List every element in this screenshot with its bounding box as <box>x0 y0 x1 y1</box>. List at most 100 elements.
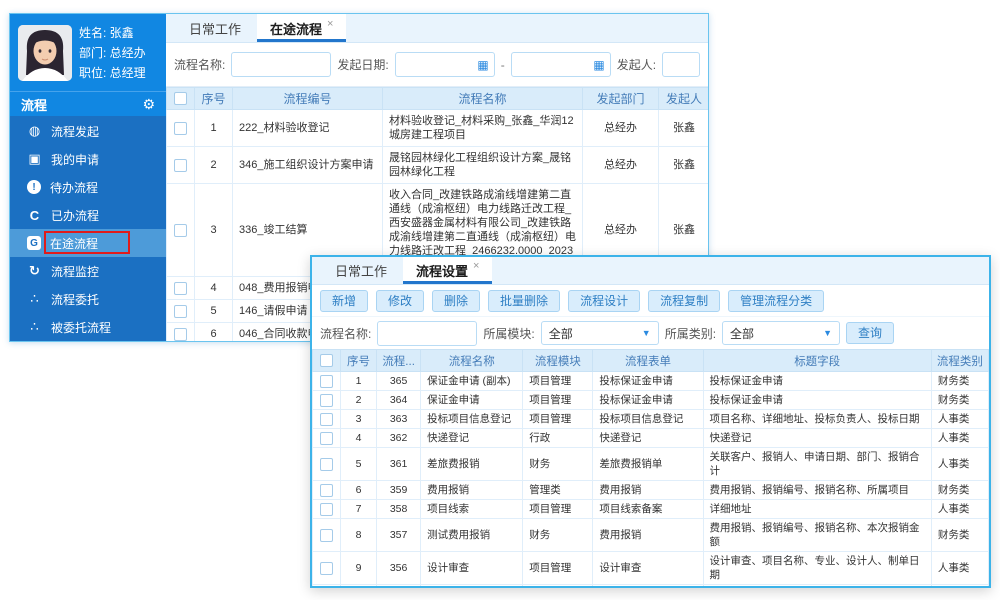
title-fields-cell: 费用报销、报销编号、报销名称、本次报销金额 <box>703 519 931 552</box>
sidebar-item-process-monitor[interactable]: ↻流程监控 <box>10 257 166 285</box>
table-row[interactable]: 10355设计进度汇报项目管理设计进度汇报设计进度汇报、所属项目、任务名称、任务… <box>313 585 989 587</box>
sidebar-item-label: 流程发起 <box>51 123 99 140</box>
batch-delete-button[interactable]: 批量删除 <box>488 290 560 312</box>
process-name-cell: 材料验收登记_材料采购_张鑫_华润12城房建工程项目 <box>383 110 583 147</box>
sidebar-item-my-applications[interactable]: ▣我的申请 <box>10 145 166 173</box>
table-row[interactable]: 1365保证金申请 (副本)项目管理投标保证金申请投标保证金申请财务类 <box>313 372 989 391</box>
window2-toolbar: 新增修改删除批量删除流程设计流程复制管理流程分类 <box>312 285 989 317</box>
table-row[interactable]: 6359费用报销管理类费用报销费用报销、报销编号、报销名称、所属项目财务类 <box>313 481 989 500</box>
select-all-checkbox[interactable] <box>320 354 333 367</box>
sidebar-item-in-transit-processes[interactable]: G在途流程 <box>10 229 166 257</box>
row-checkbox[interactable] <box>320 503 333 516</box>
tab-in-transit-processes[interactable]: 在途流程 × <box>257 14 346 42</box>
process-name-cell: 测试费用报销 <box>421 519 523 552</box>
initiator-cell: 张鑫 <box>659 147 709 184</box>
calendar-icon[interactable]: ▦ <box>593 59 604 71</box>
close-icon[interactable]: × <box>327 18 333 30</box>
process-category-cell: 财务类 <box>931 519 988 552</box>
row-checkbox[interactable] <box>320 529 333 542</box>
tab-process-settings[interactable]: 流程设置 × <box>403 257 492 284</box>
row-checkbox-cell <box>313 448 341 481</box>
index-cell: 9 <box>341 552 377 585</box>
index-cell: 5 <box>341 448 377 481</box>
gear-icon[interactable]: ⚙ <box>142 96 155 113</box>
table-row[interactable]: 1222_材料验收登记材料验收登记_材料采购_张鑫_华润12城房建工程项目总经办… <box>167 110 709 147</box>
sidebar-item-process-initiate[interactable]: ◍流程发起 <box>10 117 166 145</box>
process-name-input[interactable] <box>377 321 477 346</box>
column-header: 流程表单 <box>593 350 703 372</box>
row-checkbox[interactable] <box>174 282 187 295</box>
user-photo <box>18 25 72 81</box>
table-row[interactable]: 4362快递登记行政快递登记快递登记人事类 <box>313 429 989 448</box>
table-row[interactable]: 3363投标项目信息登记项目管理投标项目信息登记项目名称、详细地址、投标负责人、… <box>313 410 989 429</box>
initiator-input[interactable] <box>662 52 700 77</box>
process-name-cell: 项目线索 <box>421 500 523 519</box>
table-header-row: 序号流程...流程名称流程模块流程表单标题字段流程类别 <box>313 350 989 372</box>
process-design-button[interactable]: 流程设计 <box>568 290 640 312</box>
table-row[interactable]: 8357测试费用报销财务费用报销费用报销、报销编号、报销名称、本次报销金额财务类 <box>313 519 989 552</box>
table-row[interactable]: 5361差旅费报销财务差旅费报销单关联客户、报销人、申请日期、部门、报销合计人事… <box>313 448 989 481</box>
row-checkbox[interactable] <box>320 375 333 388</box>
row-checkbox[interactable] <box>174 224 187 237</box>
sidebar-item-label: 已办流程 <box>51 207 99 224</box>
sidebar-item-delegated-processes[interactable]: ∴被委托流程 <box>10 313 166 341</box>
process-id-cell: 362 <box>377 429 421 448</box>
edit-button[interactable]: 修改 <box>376 290 424 312</box>
row-checkbox[interactable] <box>174 328 187 341</box>
process-id-cell: 361 <box>377 448 421 481</box>
manage-process-category-button[interactable]: 管理流程分类 <box>728 290 824 312</box>
sidebar-item-done-processes[interactable]: C已办流程 <box>10 201 166 229</box>
sidebar-section-title: 流程 <box>21 95 47 114</box>
process-category-cell: 财务类 <box>931 481 988 500</box>
row-checkbox[interactable] <box>320 394 333 407</box>
category-select[interactable]: 全部 ▼ <box>722 321 840 345</box>
query-button[interactable]: 查询 <box>846 322 894 344</box>
header-checkbox-cell <box>167 88 195 110</box>
row-checkbox[interactable] <box>320 484 333 497</box>
table-row[interactable]: 9356设计审查项目管理设计审查设计审查、项目名称、专业、设计人、制单日期人事类 <box>313 552 989 585</box>
process-module-cell: 项目管理 <box>523 552 593 585</box>
row-checkbox-cell <box>313 410 341 429</box>
table-row[interactable]: 7358项目线索项目管理项目线索备案详细地址人事类 <box>313 500 989 519</box>
index-cell: 1 <box>341 372 377 391</box>
module-select[interactable]: 全部 ▼ <box>541 321 659 345</box>
index-cell: 7 <box>341 500 377 519</box>
row-checkbox[interactable] <box>320 458 333 471</box>
delete-button[interactable]: 删除 <box>432 290 480 312</box>
process-name-label: 流程名称: <box>320 325 371 342</box>
close-icon[interactable]: × <box>473 260 479 272</box>
calendar-icon[interactable]: ▦ <box>477 59 488 71</box>
row-checkbox[interactable] <box>320 413 333 426</box>
title-fields-cell: 投标保证金申请 <box>703 372 931 391</box>
process-id-cell: 358 <box>377 500 421 519</box>
process-form-cell: 快递登记 <box>593 429 703 448</box>
row-checkbox[interactable] <box>320 562 333 575</box>
table-row[interactable]: 2346_施工组织设计方案申请晟铭园林绿化工程组织设计方案_晟铭园林绿化工程总经… <box>167 147 709 184</box>
start-date-to-input[interactable]: ▦ <box>511 52 611 77</box>
start-date-from-input[interactable]: ▦ <box>395 52 495 77</box>
tab-daily-work[interactable]: 日常工作 <box>322 257 400 284</box>
tab-daily-work[interactable]: 日常工作 <box>176 14 254 42</box>
select-all-checkbox[interactable] <box>174 92 187 105</box>
add-button[interactable]: 新增 <box>320 290 368 312</box>
row-checkbox[interactable] <box>174 122 187 135</box>
row-checkbox[interactable] <box>320 432 333 445</box>
profile-title: 职位: 总经理 <box>79 63 146 83</box>
initiating-dept-cell: 总经办 <box>583 147 659 184</box>
process-form-cell: 投标保证金申请 <box>593 372 703 391</box>
row-checkbox[interactable] <box>174 305 187 318</box>
column-header: 流程名称 <box>383 88 583 110</box>
chevron-down-icon: ▼ <box>823 329 832 338</box>
sidebar-item-process-delegation[interactable]: ∴流程委托 <box>10 285 166 313</box>
table-row[interactable]: 2364保证金申请项目管理投标保证金申请投标保证金申请财务类 <box>313 391 989 410</box>
row-checkbox[interactable] <box>174 159 187 172</box>
start-date-label: 发起日期: <box>337 56 388 73</box>
process-copy-button[interactable]: 流程复制 <box>648 290 720 312</box>
process-name-input[interactable] <box>231 52 331 77</box>
row-checkbox-cell <box>313 585 341 587</box>
process-settings-window: 日常工作 流程设置 × 新增修改删除批量删除流程设计流程复制管理流程分类 流程名… <box>310 255 991 588</box>
sync-icon: ↻ <box>27 264 42 279</box>
row-checkbox-cell <box>167 110 195 147</box>
column-header: 序号 <box>195 88 233 110</box>
sidebar-item-todo-processes[interactable]: !待办流程 <box>10 173 166 201</box>
